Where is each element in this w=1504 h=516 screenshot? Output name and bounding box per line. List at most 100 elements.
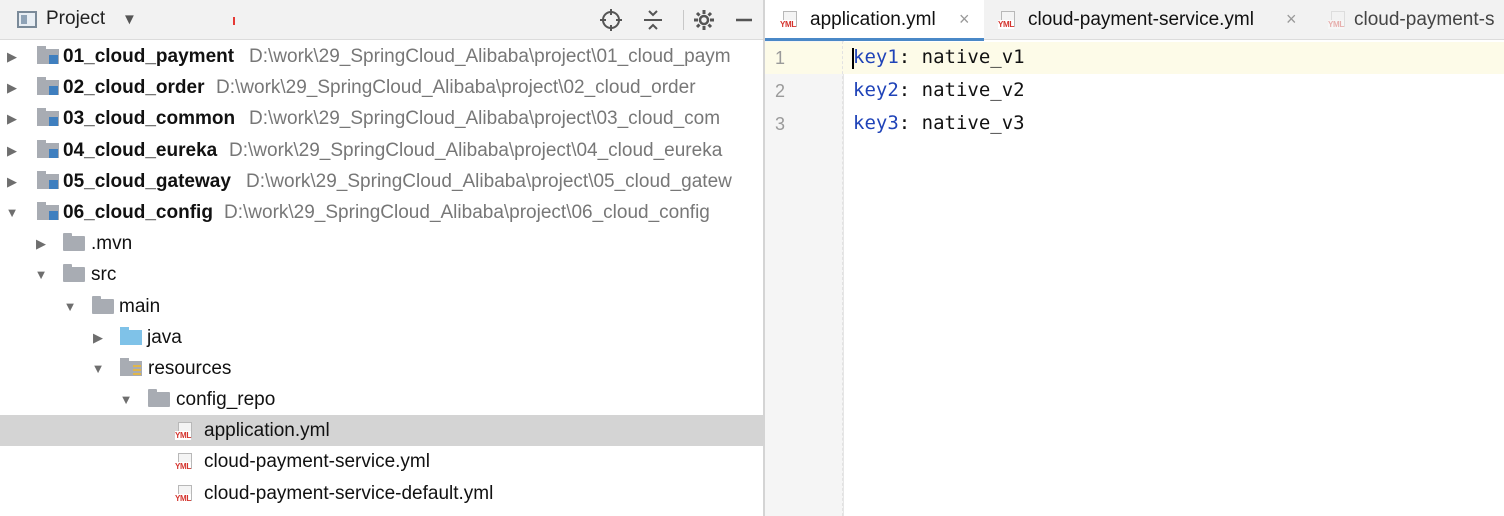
yaml-key: key2 <box>853 79 899 101</box>
module-folder-icon <box>37 77 59 96</box>
yml-file-icon: YML <box>175 453 199 472</box>
tree-item-label: 01_cloud_payment <box>63 46 235 67</box>
tree-item-04-cloud-eureka[interactable]: ▶ 04_cloud_eureka D:\work\29_SpringCloud… <box>0 135 763 166</box>
yaml-key: key1 <box>853 46 899 68</box>
expand-arrow-icon[interactable]: ▶ <box>5 143 19 159</box>
tree-item-label: 04_cloud_eureka <box>63 139 218 161</box>
tab-cloud-payment-service-yml[interactable]: YML cloud-payment-service.yml × <box>984 0 1314 40</box>
red-mark <box>233 17 235 25</box>
tree-item-06-cloud-config[interactable]: ▼ 06_cloud_config D:\work\29_SpringCloud… <box>0 197 763 228</box>
tree-item-config-repo[interactable]: ▼ config_repo <box>0 384 763 415</box>
folder-icon <box>148 389 170 408</box>
tree-item-label: 03_cloud_common <box>63 108 236 130</box>
tree-item-path: D:\work\29_SpringCloud_Alibaba\project\0… <box>249 46 731 67</box>
resources-folder-icon <box>120 357 142 376</box>
yml-file-icon: YML <box>175 422 199 441</box>
collapse-arrow-icon[interactable]: ▼ <box>119 392 133 407</box>
tab-label: cloud-payment-service.yml <box>1028 9 1254 30</box>
expand-arrow-icon[interactable]: ▶ <box>5 80 19 96</box>
chevron-down-icon[interactable]: ▼ <box>122 11 137 28</box>
tree-item-label: java <box>147 326 182 348</box>
module-folder-icon <box>37 46 59 64</box>
tree-item-05-cloud-gateway[interactable]: ▶ 05_cloud_gateway D:\work\29_SpringClou… <box>0 166 763 197</box>
tree-item-label: 06_cloud_config <box>63 201 213 223</box>
tree-item-mvn[interactable]: ▶ .mvn <box>0 228 763 259</box>
tree-item-label: main <box>119 295 161 317</box>
tree-item-03-cloud-common[interactable]: ▶ 03_cloud_common D:\work\29_SpringCloud… <box>0 103 763 134</box>
tree-item-label: resources <box>148 357 232 379</box>
project-view-title[interactable]: Project <box>46 8 105 30</box>
tab-cloud-payment-service-default-yml[interactable]: YML cloud-payment-s <box>1314 0 1504 40</box>
expand-arrow-icon[interactable]: ▶ <box>91 330 105 346</box>
tree-item-label: 05_cloud_gateway <box>63 170 231 192</box>
folder-icon <box>92 295 114 314</box>
tree-item-cloud-payment-service-default-yml[interactable]: YML cloud-payment-service-default.yml <box>0 478 763 509</box>
tree-item-label: cloud-payment-service.yml <box>204 451 430 473</box>
yaml-value: : native_v2 <box>898 79 1025 101</box>
close-icon[interactable]: × <box>959 9 970 30</box>
tree-item-label: .mvn <box>91 233 133 255</box>
tree-item-label: application.yml <box>204 420 330 442</box>
gear-icon[interactable] <box>690 6 718 34</box>
yml-file-icon: YML <box>780 11 804 29</box>
collapse-arrow-icon[interactable]: ▼ <box>91 361 105 376</box>
line-number: 1 <box>775 48 786 68</box>
text-caret <box>852 48 854 69</box>
yaml-value: : native_v1 <box>898 46 1025 68</box>
tree-item-resources[interactable]: ▼ resources <box>0 353 763 384</box>
collapse-arrow-icon[interactable]: ▼ <box>5 205 19 220</box>
editor-panel: YML application.yml × YML cloud-payment-… <box>765 0 1504 516</box>
tree-item-application-yml[interactable]: YML application.yml <box>0 415 763 447</box>
tree-item-path: D:\work\29_SpringCloud_Alibaba\project\0… <box>216 77 696 99</box>
tree-item-label: 02_cloud_order <box>63 77 205 99</box>
code-line[interactable]: key3: native_v3 <box>853 112 1025 134</box>
toolbar-separator <box>683 10 684 30</box>
yml-file-icon: YML <box>998 11 1022 29</box>
expand-arrow-icon[interactable]: ▶ <box>5 111 19 127</box>
collapse-arrow-icon[interactable]: ▼ <box>63 299 77 314</box>
expand-arrow-icon[interactable]: ▶ <box>5 49 19 65</box>
tree-item-src[interactable]: ▼ src <box>0 259 763 290</box>
expand-arrow-icon[interactable]: ▶ <box>34 236 48 252</box>
tree-item-label: cloud-payment-service-default.yml <box>204 482 494 504</box>
tree-item-path: D:\work\29_SpringCloud_Alibaba\project\0… <box>229 139 723 161</box>
collapse-arrow-icon[interactable]: ▼ <box>34 267 48 282</box>
tree-item-01-cloud-payment[interactable]: ▶ 01_cloud_payment D:\work\29_SpringClou… <box>0 41 763 72</box>
tree-item-main[interactable]: ▼ main <box>0 291 763 322</box>
minimize-icon[interactable] <box>730 6 758 34</box>
folder-icon <box>63 233 85 252</box>
yaml-value: : native_v3 <box>898 112 1025 134</box>
tree-item-02-cloud-order[interactable]: ▶ 02_cloud_order D:\work\29_SpringCloud_… <box>0 72 763 103</box>
tree-item-path: D:\work\29_SpringCloud_Alibaba\project\0… <box>249 108 721 130</box>
gutter-separator <box>842 41 843 516</box>
project-panel-header: Project ▼ <box>0 0 763 40</box>
tree-item-java[interactable]: ▶ java <box>0 322 763 353</box>
close-icon[interactable]: × <box>1286 9 1297 30</box>
tree-item-label: config_repo <box>176 389 276 411</box>
tab-label: cloud-payment-s <box>1354 9 1495 30</box>
folder-icon <box>63 264 85 283</box>
project-view-icon <box>17 11 37 28</box>
source-folder-icon <box>120 326 142 345</box>
project-tree: ▶ 01_cloud_payment D:\work\29_SpringClou… <box>0 41 763 509</box>
module-folder-icon <box>37 201 59 220</box>
module-folder-icon <box>37 108 59 127</box>
collapse-all-icon[interactable] <box>639 6 667 34</box>
editor-tabbar: YML application.yml × YML cloud-payment-… <box>765 0 1504 41</box>
code-line[interactable]: key1: native_v1 <box>853 46 1025 68</box>
module-folder-icon <box>37 170 59 189</box>
module-folder-icon <box>37 139 59 158</box>
tab-application-yml[interactable]: YML application.yml × <box>765 0 984 41</box>
locate-icon[interactable] <box>597 6 625 34</box>
yaml-key: key3 <box>853 112 899 134</box>
line-number: 3 <box>775 114 786 134</box>
tree-item-cloud-payment-service-yml[interactable]: YML cloud-payment-service.yml <box>0 446 763 477</box>
tree-item-path: D:\work\29_SpringCloud_Alibaba\project\0… <box>224 201 710 223</box>
yml-file-icon: YML <box>1328 11 1352 29</box>
tab-label: application.yml <box>810 9 936 30</box>
expand-arrow-icon[interactable]: ▶ <box>5 174 19 190</box>
tree-item-path: D:\work\29_SpringCloud_Alibaba\project\0… <box>246 170 732 192</box>
code-line[interactable]: key2: native_v2 <box>853 79 1025 101</box>
line-number: 2 <box>775 81 786 101</box>
project-panel: Project ▼ ▶ 01_cloud_payment D:\work\29_… <box>0 0 765 516</box>
